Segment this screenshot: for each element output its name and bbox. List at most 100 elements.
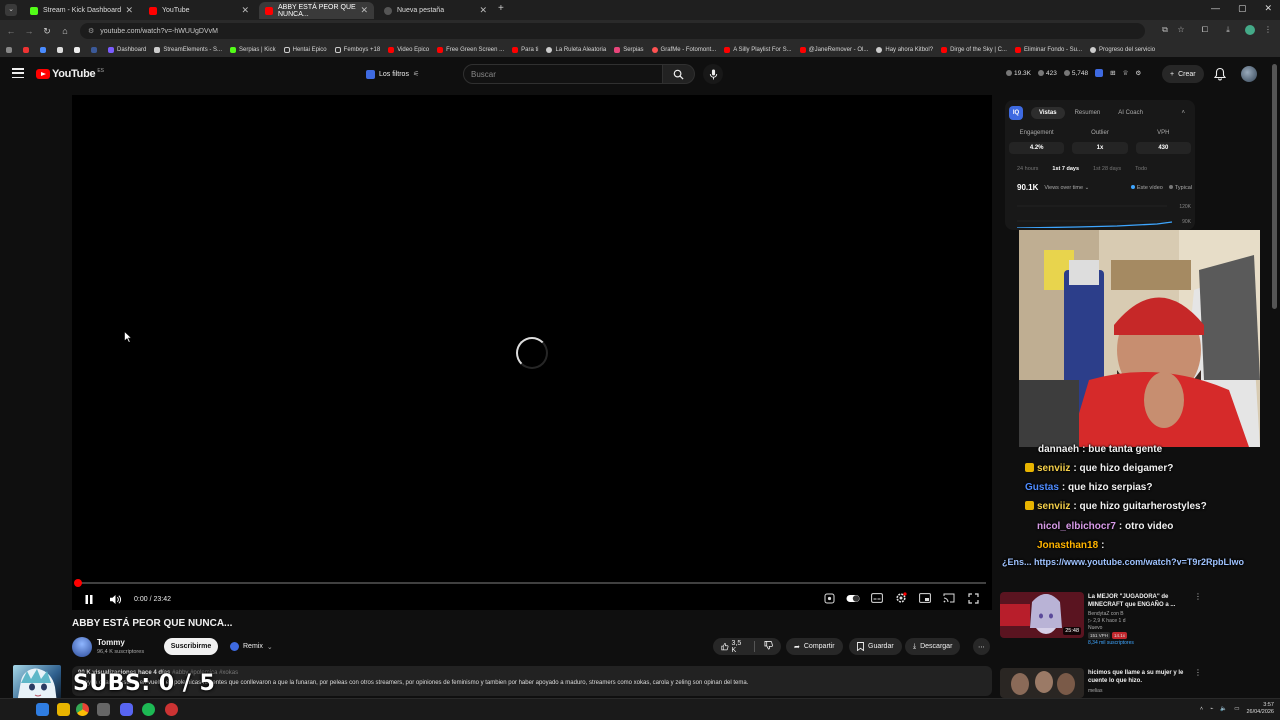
tab-current-video[interactable]: ABBY ESTÁ PEOR QUE NUNCA... ✕ <box>259 2 374 19</box>
vidiq-icon[interactable] <box>1095 69 1104 77</box>
channel-avatar[interactable] <box>72 637 92 657</box>
bookmark-item[interactable] <box>6 46 15 53</box>
volume-icon[interactable] <box>108 592 122 606</box>
bookmark-item[interactable]: GrafMe - Fotomont... <box>651 46 716 53</box>
url-field[interactable]: ⚙ youtube.com/watch?v=-hWUUgDVvM <box>80 23 1145 39</box>
notifications-bell-icon[interactable] <box>1213 67 1227 81</box>
obs-icon[interactable] <box>165 703 178 716</box>
hamburger-menu-icon[interactable] <box>12 68 24 78</box>
autoplay-toggle[interactable] <box>846 591 860 605</box>
bookmark-item[interactable] <box>91 46 100 53</box>
recommendation-thumbnail[interactable] <box>1000 668 1084 698</box>
close-window-icon[interactable]: ✕ <box>1264 3 1272 14</box>
chevron-up-icon[interactable]: ˄ <box>1181 110 1185 116</box>
bookmark-item[interactable]: Video Epico <box>388 46 429 53</box>
fullscreen-icon[interactable] <box>966 591 980 605</box>
profile-icon[interactable] <box>1245 25 1255 35</box>
range-28-days[interactable]: 1st 28 days <box>1093 166 1121 172</box>
discord-icon[interactable] <box>120 703 133 716</box>
search-button[interactable] <box>663 64 695 84</box>
bookmark-folder[interactable]: Femboys +18 <box>334 46 380 53</box>
tab-search-icon[interactable]: ⌄ <box>5 4 17 16</box>
progress-bar[interactable] <box>78 582 986 584</box>
crown-icon[interactable]: ♕ <box>1123 69 1129 77</box>
bookmark-item[interactable]: Hay ahora Kitbol? <box>876 46 933 53</box>
forward-icon[interactable]: → <box>20 26 38 36</box>
bookmark-streamelements[interactable]: StreamElements - S... <box>154 46 222 53</box>
bookmark-item[interactable] <box>74 46 83 53</box>
more-vertical-icon[interactable]: ⋮ <box>1194 592 1202 601</box>
clock[interactable]: 3:57 26/04/2026 <box>1246 702 1274 716</box>
back-icon[interactable]: ← <box>2 26 20 36</box>
tab-vistas[interactable]: Vistas <box>1031 107 1065 119</box>
youtube-logo[interactable]: YouTube ES <box>36 68 104 80</box>
range-all[interactable]: Todo <box>1135 166 1147 172</box>
settings-gear-icon[interactable] <box>894 591 908 605</box>
subscribe-button[interactable]: Suscribirme <box>164 638 218 655</box>
subtitles-icon[interactable] <box>870 591 884 605</box>
bookmark-item[interactable]: Eliminar Fondo - Su... <box>1014 46 1082 53</box>
explorer-icon[interactable] <box>36 703 49 716</box>
account-avatar[interactable] <box>1241 66 1257 82</box>
like-button[interactable]: 3,5 K <box>721 640 745 654</box>
volume-tray-icon[interactable]: 🔈 <box>1220 706 1227 712</box>
recommendation-card[interactable]: 25:48 La MEJOR "JUGADORA" de MINECRAFT q… <box>1000 592 1210 646</box>
home-icon[interactable]: ⌂ <box>56 26 74 36</box>
extensions-icon[interactable]: ⧠ <box>1200 25 1210 35</box>
spotify-icon[interactable] <box>142 703 155 716</box>
voice-search-button[interactable] <box>703 64 723 84</box>
reload-icon[interactable]: ↻ <box>38 26 56 37</box>
share-button[interactable]: ➦ Compartir <box>786 638 843 655</box>
page-scrollbar[interactable] <box>1272 62 1277 702</box>
bookmark-item[interactable]: Para ti <box>512 46 538 53</box>
remix-button[interactable]: Remix ⌄ <box>224 638 279 655</box>
close-icon[interactable]: ✕ <box>241 5 249 16</box>
bookmark-item[interactable]: A Silly Playlist For S... <box>724 46 792 53</box>
menu-icon[interactable]: ⋮ <box>1263 25 1273 35</box>
recommendation-thumbnail[interactable]: 25:48 <box>1000 592 1084 638</box>
dislike-button[interactable] <box>764 641 773 652</box>
more-actions-button[interactable]: ⋯ <box>973 638 990 655</box>
bookmark-star-icon[interactable]: ☆ <box>1176 25 1186 35</box>
app-icon[interactable] <box>97 703 110 716</box>
bookmark-folder[interactable]: Hentai Epico <box>283 46 327 53</box>
battery-icon[interactable]: ▭ <box>1234 706 1239 712</box>
bookmark-item[interactable]: Serpias <box>614 46 644 53</box>
bookmark-item[interactable]: Progreso del servicio <box>1090 46 1155 53</box>
bookmark-item[interactable] <box>23 46 32 53</box>
chevron-up-icon[interactable]: ˄ <box>1200 706 1203 712</box>
miniplayer-icon[interactable] <box>918 591 932 605</box>
tab-new-tab[interactable]: Nueva pestaña ✕ <box>378 2 493 19</box>
range-24h[interactable]: 24 hours <box>1017 166 1038 172</box>
range-7-days[interactable]: 1st 7 days <box>1052 166 1079 172</box>
settings-icon[interactable]: ⚙ <box>1135 69 1141 77</box>
close-icon[interactable]: ✕ <box>125 5 133 16</box>
close-icon[interactable]: ✕ <box>360 5 368 16</box>
recommendation-title[interactable]: hicimos que llame a su mujer y le cuente… <box>1088 669 1198 685</box>
vidiq-player-icon[interactable] <box>822 591 836 605</box>
bookmark-item[interactable] <box>40 46 49 53</box>
minimize-icon[interactable]: — <box>1211 3 1220 14</box>
bookmark-item[interactable]: La Ruleta Aleatoria <box>546 46 606 53</box>
install-icon[interactable]: ⧉ <box>1160 25 1170 35</box>
bookmark-serpias-kick[interactable]: Serpias | Kick <box>230 46 276 53</box>
bookmark-dashboard[interactable]: Dashboard <box>108 46 146 53</box>
cast-icon[interactable] <box>942 591 956 605</box>
pause-icon[interactable] <box>82 592 96 606</box>
chrome-icon[interactable] <box>76 703 89 716</box>
bookmark-item[interactable]: Free Green Screen ... <box>437 46 504 53</box>
grid-icon[interactable]: ⊞ <box>1110 69 1115 77</box>
bookmark-item[interactable]: @JaneRemover - Ol... <box>799 46 868 53</box>
tab-resumen[interactable]: Resumen <box>1067 107 1109 119</box>
close-icon[interactable]: ✕ <box>479 5 487 16</box>
bookmark-item[interactable]: Dirge of the Sky | C... <box>941 46 1007 53</box>
save-button[interactable]: Guardar <box>849 638 902 655</box>
download-icon[interactable]: ⤓ <box>1223 25 1233 35</box>
recommendation-card[interactable]: hicimos que llame a su mujer y le cuente… <box>1000 668 1210 698</box>
scrollbar-thumb[interactable] <box>1272 64 1277 309</box>
site-info-icon[interactable]: ⚙ <box>88 27 94 35</box>
tab-youtube[interactable]: YouTube ✕ <box>143 2 255 19</box>
maximize-icon[interactable]: ▢ <box>1238 3 1247 14</box>
more-vertical-icon[interactable]: ⋮ <box>1194 668 1202 677</box>
filters-chip[interactable]: Los filtros ⚟ <box>362 67 423 81</box>
